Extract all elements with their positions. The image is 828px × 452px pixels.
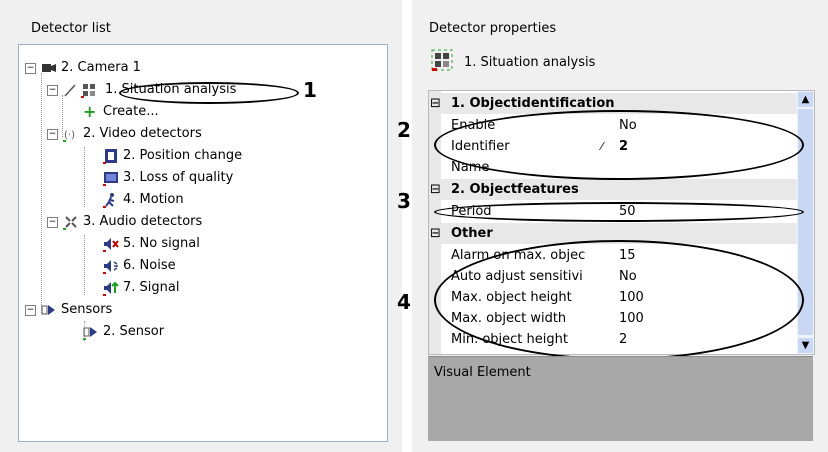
collapse-icon[interactable]: ⊟ bbox=[430, 223, 441, 244]
callout-ellipse-3 bbox=[434, 202, 804, 222]
tree-item-video-detectors[interactable]: − (·) 2. Video detectors bbox=[19, 123, 319, 145]
selected-detector-name: 1. Situation analysis bbox=[464, 55, 596, 70]
callout-ellipse-4 bbox=[434, 240, 804, 360]
audio-detector-group-icon bbox=[63, 216, 77, 230]
collapse-icon[interactable]: − bbox=[25, 63, 36, 74]
video-detector-group-icon: (·) bbox=[63, 130, 75, 142]
tree-item-label: Create... bbox=[103, 104, 159, 119]
detector-list-panel: Detector list − 2. Camera 1 − 1. Situati… bbox=[0, 0, 402, 452]
tree-item-label: 4. Motion bbox=[123, 192, 184, 207]
position-change-icon bbox=[103, 149, 117, 164]
collapse-icon[interactable]: ⊟ bbox=[430, 93, 441, 114]
scroll-up-icon[interactable]: ▲ bbox=[798, 92, 813, 107]
tree-item-label: 5. No signal bbox=[123, 236, 200, 251]
tree-item-label: 3. Audio detectors bbox=[83, 214, 203, 229]
detector-list-title: Detector list bbox=[31, 21, 111, 36]
callout-2: 2 bbox=[397, 118, 411, 142]
collapse-icon[interactable]: − bbox=[47, 129, 58, 140]
tree-item-loss-of-quality[interactable]: 3. Loss of quality bbox=[19, 167, 319, 189]
collapse-icon[interactable]: − bbox=[47, 85, 58, 96]
section-object-features[interactable]: ⊟ 2. Objectfeatures bbox=[429, 179, 814, 200]
detector-properties-title: Detector properties bbox=[429, 21, 557, 36]
collapse-icon[interactable]: − bbox=[47, 217, 58, 228]
callout-1: 1 bbox=[303, 78, 317, 102]
tree-item-camera[interactable]: − 2. Camera 1 bbox=[19, 57, 319, 79]
tree-item-noise[interactable]: 6. Noise bbox=[19, 255, 319, 277]
tree-item-label: 2. Sensor bbox=[103, 324, 165, 339]
tree-item-sensors[interactable]: − Sensors bbox=[19, 299, 319, 321]
detector-tree[interactable]: − 2. Camera 1 − 1. Situation analysis + … bbox=[18, 44, 388, 442]
tree-item-label: 6. Noise bbox=[123, 258, 176, 273]
visual-element-area[interactable]: Visual Element bbox=[428, 356, 813, 441]
vertical-scrollbar[interactable]: ▲ ▼ bbox=[797, 91, 814, 354]
tree-item-label: 3. Loss of quality bbox=[123, 170, 234, 185]
collapse-icon[interactable]: − bbox=[25, 305, 36, 316]
loss-of-quality-icon bbox=[103, 172, 118, 186]
tree-item-label: 2. Camera 1 bbox=[61, 60, 141, 75]
tree-item-label: 2. Video detectors bbox=[83, 126, 202, 141]
sensor-icon bbox=[83, 327, 97, 340]
camera-icon bbox=[42, 64, 56, 72]
collapse-icon[interactable]: ⊟ bbox=[430, 179, 441, 200]
sensors-icon bbox=[41, 305, 55, 315]
svg-text:(·): (·) bbox=[64, 130, 75, 141]
scroll-down-icon[interactable]: ▼ bbox=[798, 338, 813, 353]
callout-3: 3 bbox=[397, 189, 411, 213]
tree-item-signal[interactable]: 7. Signal bbox=[19, 277, 319, 299]
signal-icon bbox=[103, 281, 119, 296]
tree-item-create[interactable]: + Create... bbox=[19, 101, 319, 123]
tree-item-sensor[interactable]: 2. Sensor bbox=[19, 321, 319, 343]
tree-item-label: 2. Position change bbox=[123, 148, 243, 163]
noise-icon bbox=[103, 260, 118, 274]
tree-item-label: Sensors bbox=[61, 302, 113, 317]
situation-analysis-icon bbox=[431, 49, 453, 71]
detector-properties-panel: Detector properties 1. Situation analysi… bbox=[412, 0, 828, 452]
pencil-icon bbox=[64, 84, 76, 97]
tree-item-motion[interactable]: 4. Motion bbox=[19, 189, 319, 211]
tree-item-label: 7. Signal bbox=[123, 280, 180, 295]
callout-4: 4 bbox=[397, 290, 411, 314]
motion-icon bbox=[103, 193, 115, 208]
tree-item-position-change[interactable]: 2. Position change bbox=[19, 145, 319, 167]
visual-element-label: Visual Element bbox=[434, 365, 531, 380]
no-signal-icon bbox=[103, 238, 119, 252]
tree-item-audio-detectors[interactable]: − 3. Audio detectors bbox=[19, 211, 319, 233]
tree-item-no-signal[interactable]: 5. No signal bbox=[19, 233, 319, 255]
plus-icon: + bbox=[83, 102, 97, 121]
callout-ellipse-2 bbox=[434, 110, 804, 180]
situation-analysis-icon bbox=[81, 84, 95, 98]
